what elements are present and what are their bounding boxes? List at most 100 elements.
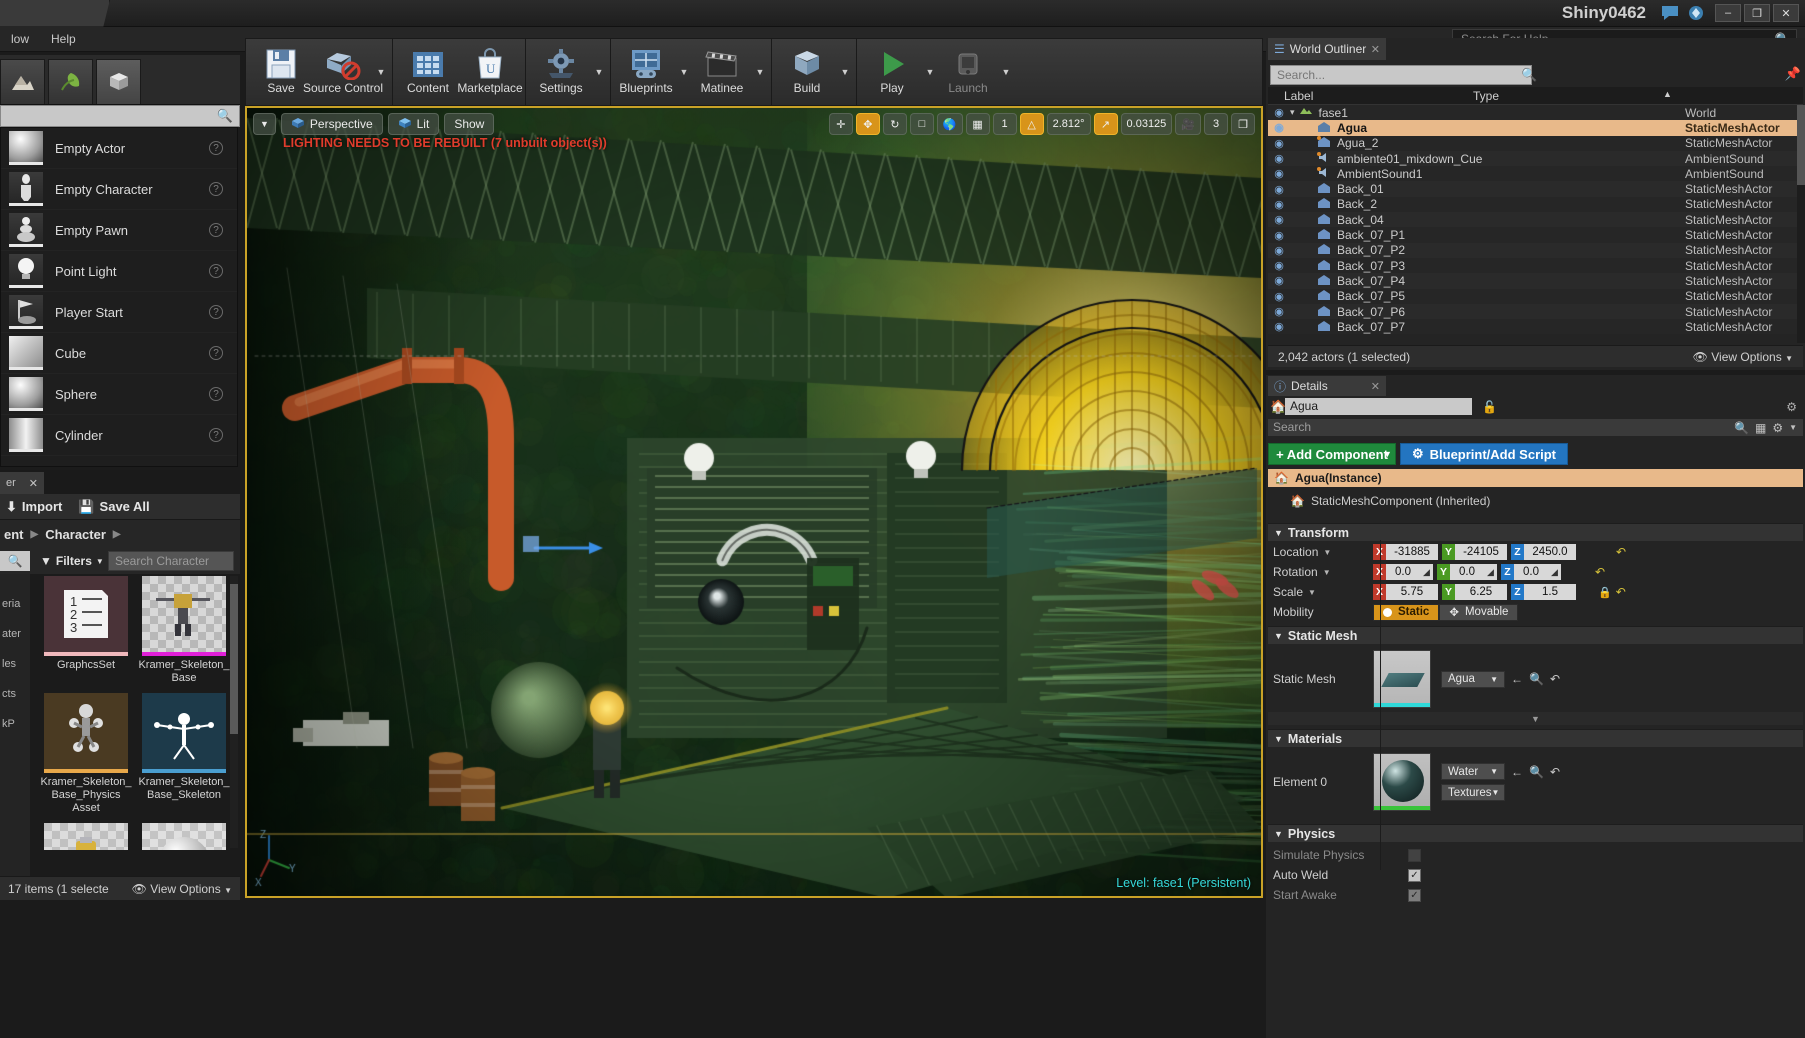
pin-icon[interactable]: 📌: [1785, 66, 1801, 82]
eye-icon[interactable]: ◉: [1268, 244, 1290, 257]
breadcrumb-item-character[interactable]: Character: [45, 527, 106, 542]
asset-item[interactable]: [40, 823, 132, 850]
browse-to-asset-icon[interactable]: 🔍: [1529, 672, 1544, 686]
mobility-movable-option[interactable]: ✥ Movable: [1439, 604, 1518, 621]
eye-icon[interactable]: ◉: [1268, 290, 1290, 303]
outliner-row[interactable]: ◉ ▾ fase1 World: [1268, 105, 1803, 120]
reset-scale-icon[interactable]: ↶: [1616, 585, 1626, 599]
lock-details-icon[interactable]: 🔓: [1482, 400, 1497, 414]
eye-icon[interactable]: ◉: [1268, 213, 1290, 226]
source-label-4[interactable]: kP: [0, 700, 30, 730]
marketplace-button[interactable]: U Marketplace: [459, 39, 521, 105]
rotation-x-slider-icon[interactable]: ◢: [1420, 564, 1433, 580]
outliner-row[interactable]: ◉ Back_07_P6 StaticMeshActor: [1268, 304, 1803, 319]
blueprint-add-script-button[interactable]: ⚙ Blueprint/Add Script: [1400, 443, 1568, 465]
help-icon[interactable]: ?: [209, 264, 223, 278]
use-selected-asset-icon[interactable]: ←: [1511, 672, 1523, 686]
eye-icon[interactable]: ◉: [1268, 320, 1290, 333]
show-menu-button[interactable]: Show: [444, 113, 494, 135]
close-icon[interactable]: ✕: [1371, 380, 1380, 393]
static-mesh-expand-caret[interactable]: ▼: [1268, 712, 1803, 725]
scale-x-input[interactable]: 5.75: [1386, 584, 1438, 600]
menu-item-help[interactable]: Help: [40, 27, 87, 52]
breadcrumb-item-content[interactable]: ent: [4, 527, 24, 542]
mobility-static-option[interactable]: Static: [1373, 604, 1439, 621]
static-mesh-thumbnail[interactable]: [1373, 650, 1431, 708]
simulate-physics-checkbox[interactable]: [1408, 849, 1421, 862]
blueprints-button[interactable]: Blueprints: [615, 39, 677, 105]
settings-button[interactable]: Settings: [530, 39, 592, 105]
chevron-down-icon[interactable]: ▼: [999, 39, 1013, 105]
add-component-button[interactable]: + Add Component: [1268, 443, 1396, 465]
build-button[interactable]: Build: [776, 39, 838, 105]
place-item-cylinder[interactable]: Cylinder?: [1, 415, 237, 456]
column-header-label[interactable]: Label: [1268, 89, 1473, 103]
matinee-button[interactable]: Matinee: [691, 39, 753, 105]
place-item-cube[interactable]: Cube?: [1, 333, 237, 374]
asset-item[interactable]: Kramer_Skeleton_Base: [138, 576, 230, 685]
grid-snap-value[interactable]: 1: [993, 113, 1017, 135]
material-thumbnail[interactable]: [1373, 753, 1431, 811]
help-icon[interactable]: ?: [209, 305, 223, 319]
close-icon[interactable]: ✕: [29, 477, 38, 490]
outliner-row[interactable]: ◉ Agua_2 StaticMeshActor: [1268, 136, 1803, 151]
outliner-row[interactable]: ◉ Back_2 StaticMeshActor: [1268, 197, 1803, 212]
unreal-logo-icon[interactable]: [1686, 4, 1706, 22]
asset-search-input[interactable]: Search Character: [108, 551, 234, 571]
tab-content-browser[interactable]: er ✕: [0, 472, 44, 494]
view-options-button[interactable]: 👁 View Options ▼: [132, 882, 232, 896]
outliner-row[interactable]: ◉ AmbientSound1 AmbientSound: [1268, 166, 1803, 181]
help-icon[interactable]: ?: [209, 141, 223, 155]
outliner-row[interactable]: ◉ Back_01 StaticMeshActor: [1268, 181, 1803, 196]
close-icon[interactable]: ✕: [1371, 43, 1380, 56]
textures-combo[interactable]: Textures ▼: [1441, 784, 1505, 801]
outliner-row[interactable]: ◉ Back_07_P5 StaticMeshActor: [1268, 289, 1803, 304]
section-transform[interactable]: ▼ Transform: [1268, 523, 1803, 541]
chevron-down-icon[interactable]: ▼: [753, 39, 767, 105]
asset-item[interactable]: Kramer_Skeleton_Base_Skeleton: [138, 693, 230, 815]
location-x-input[interactable]: -31885: [1386, 544, 1438, 560]
import-button[interactable]: ⬇ Import: [6, 499, 62, 515]
minimize-button[interactable]: –: [1715, 4, 1741, 22]
eye-icon[interactable]: ◉: [1268, 259, 1290, 272]
help-icon[interactable]: ?: [209, 346, 223, 360]
filters-button[interactable]: ▼ Filters ▼: [40, 551, 104, 571]
view-mode-button[interactable]: Lit: [388, 113, 440, 135]
help-icon[interactable]: ?: [209, 182, 223, 196]
help-icon[interactable]: ?: [209, 428, 223, 442]
scale-snap-icon[interactable]: ↗: [1094, 113, 1118, 135]
play-button[interactable]: Play: [861, 39, 923, 105]
chevron-down-icon[interactable]: ▼: [592, 39, 606, 105]
camera-speed-icon[interactable]: 🎥: [1175, 113, 1201, 135]
viewport-render[interactable]: [247, 108, 1261, 896]
outliner-list[interactable]: ◉ ▾ fase1 World ◉ Agua StaticMeshActor ◉ Agua_2 S…: [1268, 105, 1803, 343]
outliner-row[interactable]: ◉ Back_07_P2 StaticMeshActor: [1268, 243, 1803, 258]
asset-item[interactable]: Kramer_Skeleton_Base_Physics Asset: [40, 693, 132, 815]
source-label-2[interactable]: les: [0, 640, 30, 670]
content-button[interactable]: Content: [397, 39, 459, 105]
eye-icon[interactable]: ◉: [1268, 305, 1290, 318]
scale-snap-value[interactable]: 0.03125: [1121, 113, 1173, 135]
start-awake-checkbox[interactable]: ✓: [1408, 889, 1421, 902]
place-item-point-light[interactable]: Point Light?: [1, 251, 237, 292]
outliner-view-options-button[interactable]: 👁 View Options ▼: [1693, 350, 1793, 364]
source-label-3[interactable]: cts: [0, 670, 30, 700]
outliner-row[interactable]: ◉ Back_07_P4 StaticMeshActor: [1268, 273, 1803, 288]
chevron-down-icon[interactable]: ▼: [1789, 423, 1797, 432]
add-component-caret[interactable]: ▼: [1383, 449, 1392, 459]
browse-to-material-icon[interactable]: 🔍: [1529, 765, 1544, 779]
rotation-snap-value[interactable]: 2.812°: [1047, 113, 1091, 135]
grid-view-icon[interactable]: ▦: [1755, 421, 1766, 435]
eye-icon[interactable]: ◉: [1268, 121, 1290, 134]
scale-mode-icon[interactable]: □: [910, 113, 934, 135]
outliner-row[interactable]: ◉ Back_04 StaticMeshActor: [1268, 212, 1803, 227]
actor-name-input[interactable]: Agua: [1285, 398, 1472, 415]
column-header-type[interactable]: Type: [1473, 89, 1593, 103]
eye-icon[interactable]: ◉: [1268, 137, 1290, 150]
level-viewport[interactable]: ▼ Perspective Lit Show ✛ ✥ ↻ □ 🌎 ▦ 1 △ 2…: [245, 106, 1263, 898]
location-y-input[interactable]: -24105: [1455, 544, 1507, 560]
section-static-mesh[interactable]: ▼ Static Mesh: [1268, 626, 1803, 644]
select-mode-icon[interactable]: ✛: [829, 113, 853, 135]
rotation-label[interactable]: Rotation ▼: [1268, 565, 1373, 579]
modes-search-input[interactable]: 🔍: [0, 105, 240, 127]
